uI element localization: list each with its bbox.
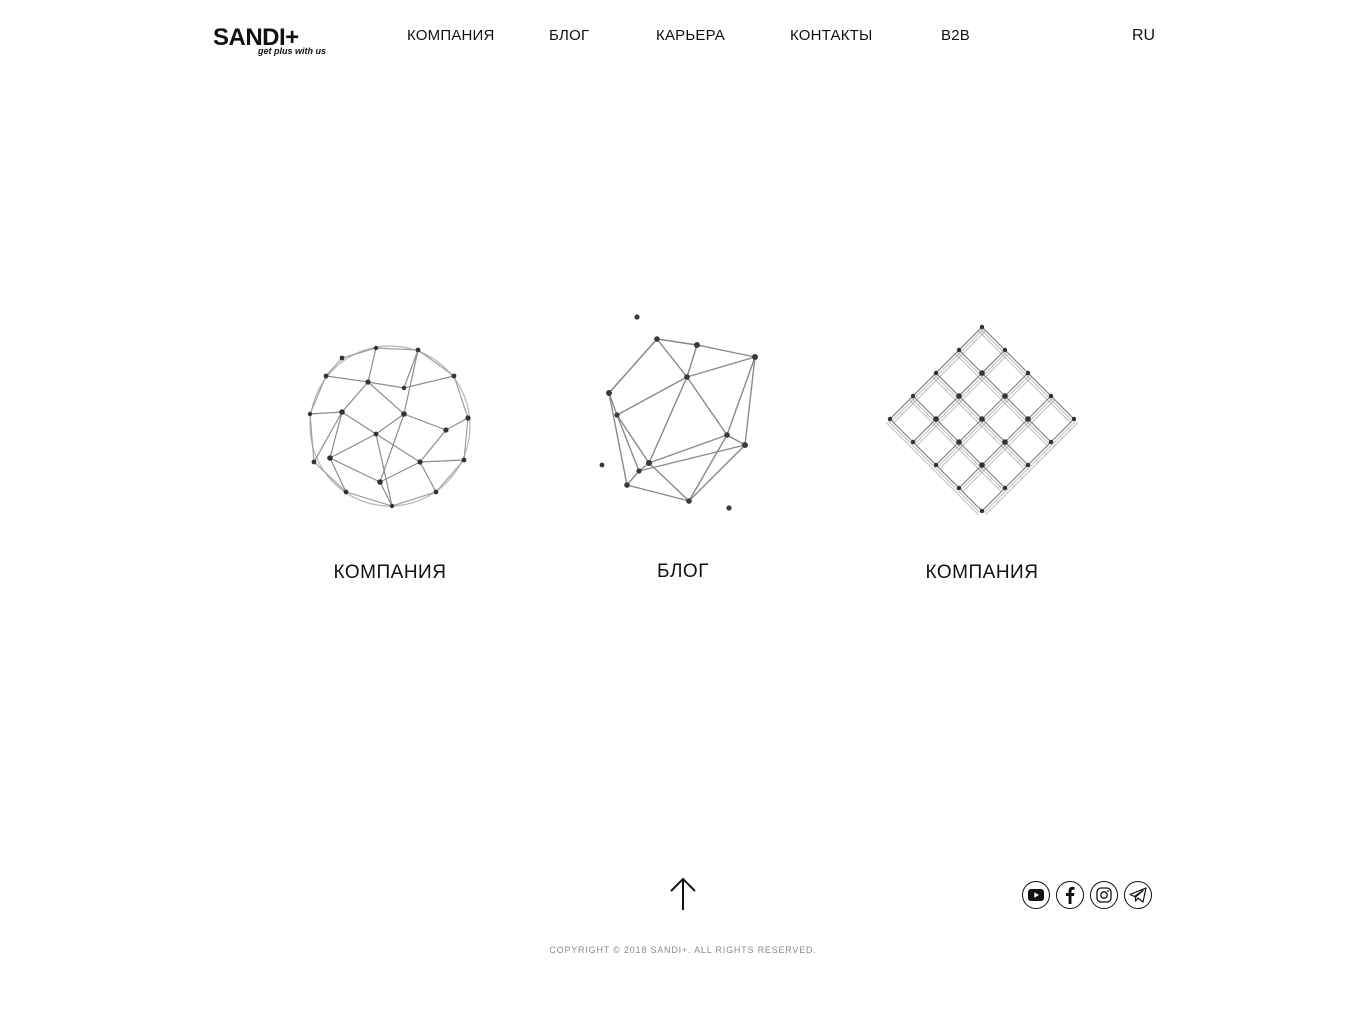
nav-item-b2b[interactable]: B2B: [941, 27, 970, 45]
nav-item-blog[interactable]: БЛОГ: [549, 27, 589, 45]
card-label: КОМПАНИЯ: [333, 562, 447, 583]
instagram-icon: [1096, 887, 1112, 903]
nav-item-company[interactable]: КОМПАНИЯ: [407, 27, 495, 45]
card-company-2[interactable]: КОМПАНИЯ: [882, 318, 1082, 590]
facebook-icon: [1066, 886, 1075, 904]
scroll-top-button[interactable]: [667, 876, 699, 912]
social-links: [1022, 881, 1152, 911]
logo[interactable]: SANDI+ get plus with us: [213, 26, 329, 60]
language-switch[interactable]: RU: [1132, 27, 1155, 45]
arrow-up-icon: [670, 877, 696, 910]
diamond-grid-icon: [885, 324, 1079, 516]
nav-item-career[interactable]: КАРЬЕРА: [656, 27, 725, 45]
telegram-link[interactable]: [1124, 881, 1152, 909]
polyhedron-icon: [599, 314, 758, 511]
card-company[interactable]: КОМПАНИЯ: [290, 330, 490, 590]
telegram-icon: [1129, 887, 1147, 903]
youtube-icon: [1028, 889, 1044, 901]
geodesic-sphere-icon: [307, 345, 471, 509]
facebook-link[interactable]: [1056, 881, 1084, 909]
youtube-link[interactable]: [1022, 881, 1050, 909]
card-blog[interactable]: БЛОГ: [583, 305, 783, 590]
card-label: КОМПАНИЯ: [925, 562, 1039, 583]
card-label: БЛОГ: [656, 561, 709, 582]
nav-item-contacts[interactable]: КОНТАКТЫ: [790, 27, 873, 45]
logo-tagline: get plus with us: [258, 46, 327, 56]
copyright: COPYRIGHT © 2018 SANDI+. ALL RIGHTS RESE…: [549, 945, 817, 955]
site-header: SANDI+ get plus with us КОМПАНИЯ БЛОГ КА…: [0, 0, 1366, 80]
instagram-link[interactable]: [1090, 881, 1118, 909]
